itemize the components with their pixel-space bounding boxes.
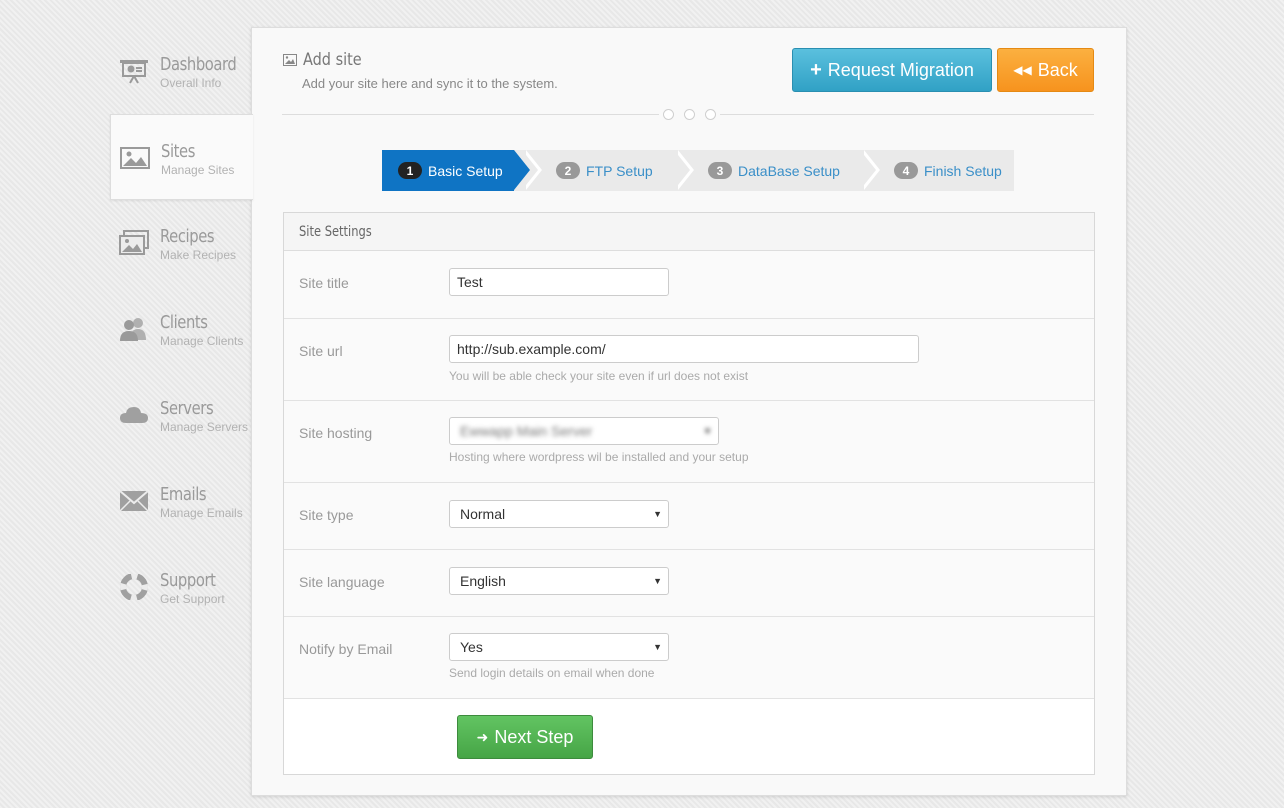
- step-separator-fill: [860, 150, 876, 190]
- wizard-step-finish-setup[interactable]: 4 Finish Setup: [894, 150, 1002, 191]
- request-migration-button[interactable]: + Request Migration: [792, 48, 992, 92]
- sidebar-item-servers[interactable]: Servers Manage Servers: [110, 372, 252, 458]
- site-hosting-label: Site hosting: [299, 425, 373, 441]
- site-settings-box: Site Settings Site title Test Site url h…: [283, 212, 1095, 775]
- site-hosting-row: Site hosting Ewwapp Main Server ▼ Hostin…: [284, 401, 1094, 483]
- next-step-label: Next Step: [494, 726, 574, 747]
- envelope-icon: [119, 490, 149, 512]
- sidebar-item-sublabel: Manage Servers: [160, 420, 249, 434]
- site-language-value: English: [460, 573, 506, 589]
- site-url-help: You will be able check your site even if…: [449, 369, 749, 383]
- sidebar-item-label: Dashboard: [160, 54, 237, 75]
- step-label: FTP Setup: [586, 162, 653, 179]
- step-label: DataBase Setup: [738, 162, 840, 179]
- arrow-right-icon: ➜: [476, 728, 489, 745]
- sidebar: Dashboard Overall Info Sites Manage Site…: [110, 28, 253, 630]
- step-number: 3: [708, 162, 732, 179]
- page-title: Add site: [283, 50, 372, 70]
- sidebar-item-sites[interactable]: Sites Manage Sites: [110, 114, 253, 200]
- double-left-arrow-icon: ◀◀: [1013, 63, 1032, 77]
- next-step-button[interactable]: ➜ Next Step: [457, 715, 593, 759]
- step-number: 1: [398, 162, 422, 179]
- lifebuoy-icon: [120, 574, 148, 600]
- sidebar-item-emails[interactable]: Emails Manage Emails: [110, 458, 252, 544]
- step-number: 2: [556, 162, 580, 179]
- site-settings-header: Site Settings: [284, 213, 1094, 251]
- chevron-down-icon: ▼: [653, 642, 662, 652]
- site-type-label: Site type: [299, 507, 354, 523]
- pictures-icon: [119, 230, 149, 255]
- site-type-value: Normal: [460, 506, 506, 522]
- site-title-label: Site title: [299, 275, 349, 291]
- sidebar-item-clients[interactable]: Clients Manage Clients: [110, 286, 252, 372]
- divider-dots: [659, 109, 720, 120]
- chevron-down-icon: ▼: [653, 509, 662, 519]
- image-icon: [283, 54, 297, 66]
- notify-email-help: Send login details on email when done: [449, 666, 655, 680]
- site-hosting-value: Ewwapp Main Server: [460, 423, 593, 439]
- chevron-down-icon: ▼: [703, 426, 712, 436]
- sidebar-item-label: Servers: [160, 398, 214, 419]
- site-type-select[interactable]: Normal ▼: [449, 500, 669, 528]
- sidebar-item-label: Emails: [160, 484, 207, 505]
- site-title-row: Site title Test: [284, 251, 1094, 319]
- page-title-text: Add site: [303, 50, 362, 70]
- site-url-label: Site url: [299, 343, 343, 359]
- cloud-icon: [120, 407, 148, 423]
- active-step-arrow: [514, 150, 530, 190]
- sidebar-item-sublabel: Manage Emails: [160, 506, 243, 520]
- site-title-input[interactable]: Test: [449, 268, 669, 296]
- divider-dot: [684, 109, 695, 120]
- presentation-board-icon: [120, 60, 148, 84]
- notify-email-row: Notify by Email Yes ▼ Send login details…: [284, 617, 1094, 699]
- sidebar-item-sublabel: Manage Sites: [161, 163, 235, 177]
- sidebar-item-sublabel: Make Recipes: [160, 248, 237, 262]
- sidebar-item-sublabel: Manage Clients: [160, 334, 244, 348]
- notify-email-label: Notify by Email: [299, 641, 393, 657]
- site-language-label: Site language: [299, 574, 385, 590]
- plus-icon: +: [810, 58, 822, 81]
- sidebar-item-label: Recipes: [160, 226, 215, 247]
- sidebar-item-label: Clients: [160, 312, 208, 333]
- main-panel: Add site Add your site here and sync it …: [251, 27, 1127, 796]
- site-language-select[interactable]: English ▼: [449, 567, 669, 595]
- notify-email-value: Yes: [460, 639, 483, 655]
- step-label: Finish Setup: [924, 162, 1002, 179]
- section-title: Site Settings: [299, 223, 372, 240]
- divider-dot: [663, 109, 674, 120]
- sidebar-item-sublabel: Get Support: [160, 592, 225, 606]
- notify-email-select[interactable]: Yes ▼: [449, 633, 669, 661]
- sidebar-item-support[interactable]: Support Get Support: [110, 544, 252, 630]
- sidebar-item-dashboard[interactable]: Dashboard Overall Info: [110, 28, 252, 114]
- users-icon: [120, 318, 146, 341]
- divider-dot: [705, 109, 716, 120]
- image-icon: [120, 147, 150, 169]
- site-language-row: Site language English ▼: [284, 550, 1094, 617]
- step-number: 4: [894, 162, 918, 179]
- sidebar-item-label: Sites: [161, 141, 195, 162]
- step-label: Basic Setup: [428, 162, 503, 179]
- site-type-row: Site type Normal ▼: [284, 483, 1094, 550]
- wizard-step-basic-setup[interactable]: 1 Basic Setup: [382, 150, 514, 191]
- site-url-row: Site url http://sub.example.com/ You wil…: [284, 319, 1094, 401]
- step-separator-fill: [674, 150, 690, 190]
- sidebar-item-label: Support: [160, 570, 216, 591]
- site-url-input[interactable]: http://sub.example.com/: [449, 335, 919, 363]
- chevron-down-icon: ▼: [653, 576, 662, 586]
- sidebar-item-sublabel: Overall Info: [160, 76, 222, 90]
- site-hosting-help: Hosting where wordpress wil be installed…: [449, 450, 749, 464]
- wizard-steps: 1 Basic Setup 2 FTP Setup 3 DataBase Set…: [382, 150, 1014, 191]
- request-migration-label: Request Migration: [827, 59, 974, 80]
- wizard-step-ftp-setup[interactable]: 2 FTP Setup: [556, 150, 653, 191]
- page-subtitle: Add your site here and sync it to the sy…: [302, 76, 558, 91]
- back-label: Back: [1037, 59, 1078, 80]
- wizard-step-database-setup[interactable]: 3 DataBase Setup: [708, 150, 840, 191]
- site-hosting-select[interactable]: Ewwapp Main Server ▼: [449, 417, 719, 445]
- sidebar-item-recipes[interactable]: Recipes Make Recipes: [110, 200, 252, 286]
- back-button[interactable]: ◀◀ Back: [997, 48, 1094, 92]
